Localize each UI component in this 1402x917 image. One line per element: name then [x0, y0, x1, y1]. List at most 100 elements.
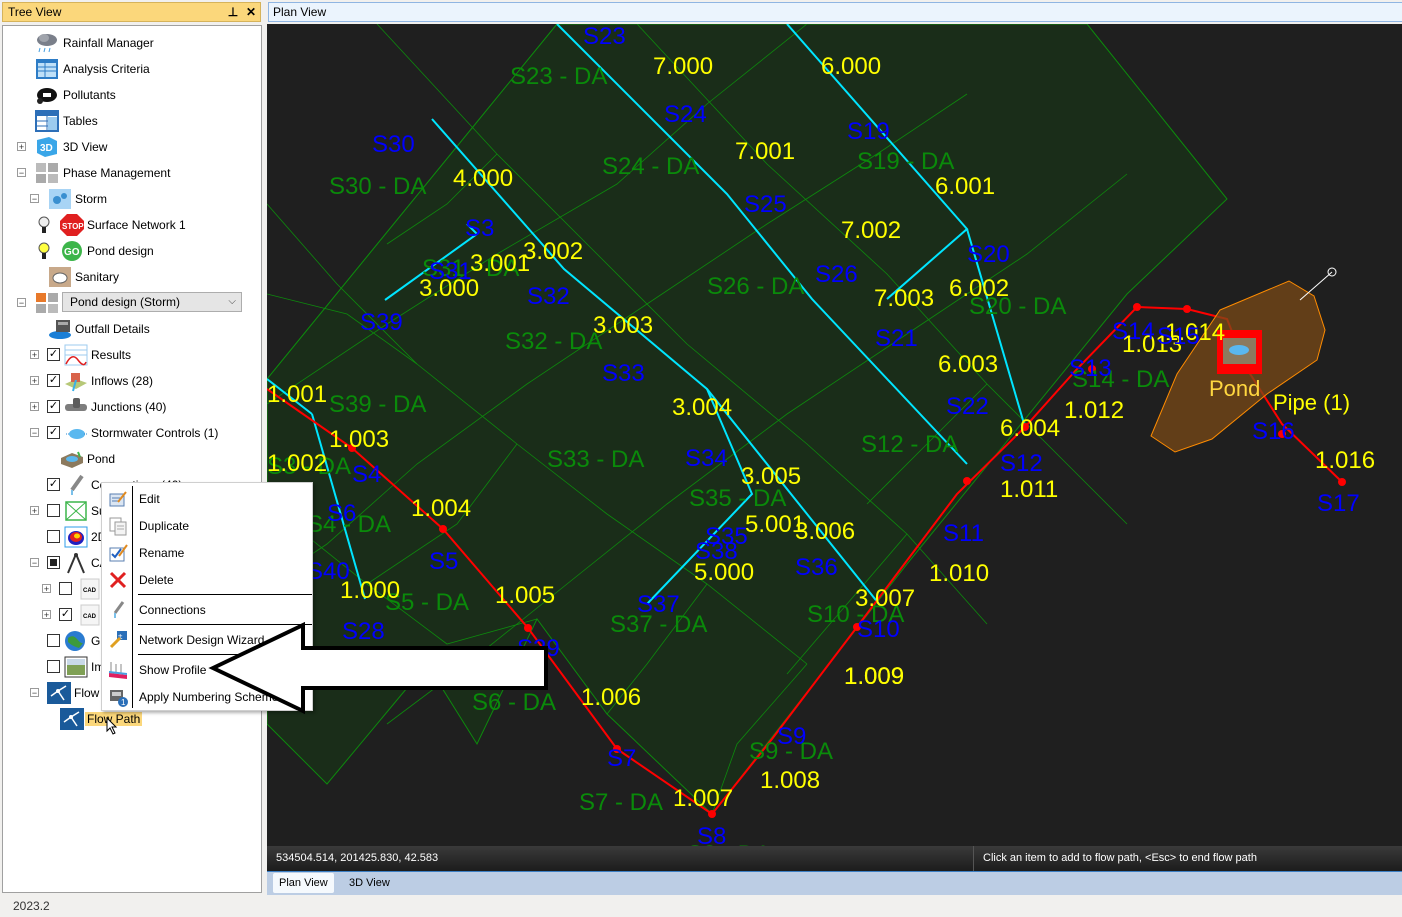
profile-icon	[108, 660, 128, 680]
tree-item-pollutants[interactable]: Pollutants	[3, 83, 258, 107]
pipe-label: 1.010	[929, 560, 989, 587]
pipe-label: 1.007	[673, 785, 733, 812]
node-label: S36	[795, 554, 838, 581]
node-label: S11	[943, 520, 984, 547]
expand-button[interactable]: +	[30, 350, 39, 360]
tree-item-results[interactable]: + ✓ Results	[3, 343, 258, 367]
2d-checkbox[interactable]	[47, 530, 60, 543]
subcatchments-icon	[64, 500, 88, 522]
tree-view-panel: Tree View ⊥ ✕ Rainfall Manager Analysis …	[0, 0, 264, 895]
tree-item-tables[interactable]: Tables	[3, 109, 258, 133]
junctions-checkbox[interactable]: ✓	[47, 400, 60, 413]
area-label: S19 - DA	[857, 148, 954, 175]
collapse-button[interactable]: −	[17, 298, 26, 308]
pin-icon[interactable]: ⊥	[224, 5, 242, 19]
edit-icon	[108, 489, 128, 509]
expand-button[interactable]: +	[42, 610, 51, 620]
phase-dropdown-value: Pond design (Storm)	[70, 295, 181, 309]
pipe-label: 6.000	[821, 53, 881, 80]
outlet-label: Pipe (1)	[1273, 390, 1350, 415]
gis-checkbox[interactable]	[47, 634, 60, 647]
collapse-button[interactable]: −	[30, 428, 39, 438]
rainfall-icon	[35, 32, 59, 54]
menu-separator	[138, 594, 312, 595]
area-label: S12 - DA	[861, 431, 958, 458]
menu-item-edit[interactable]: Edit	[102, 487, 312, 511]
tree-item-outfall-details[interactable]: Outfall Details	[3, 317, 258, 341]
node-label: S10	[857, 616, 900, 643]
node-label: S7	[607, 745, 636, 772]
tree-item-analysis-criteria[interactable]: Analysis Criteria	[3, 57, 258, 81]
tree-item-junctions[interactable]: + ✓ Junctions (40)	[3, 395, 258, 419]
cad-file-icon: CAD	[78, 604, 102, 626]
node-label: S17	[1317, 490, 1360, 517]
expand-button[interactable]: +	[17, 142, 26, 152]
storm-icon	[48, 188, 72, 210]
flow-path-icon	[47, 682, 71, 704]
expand-button[interactable]: +	[30, 402, 39, 412]
cad-file-checkbox[interactable]	[59, 582, 72, 595]
tree-item-3d-view[interactable]: + 3D 3D View	[3, 135, 258, 159]
tree-item-label: Junctions (40)	[91, 400, 167, 414]
collapse-button[interactable]: −	[30, 558, 39, 568]
phase-dropdown[interactable]: Pond design (Storm) ⌵	[62, 292, 242, 312]
menu-item-rename[interactable]: Rename	[102, 541, 312, 565]
tree-item-inflows[interactable]: + ✓ Inflows (28)	[3, 369, 258, 393]
bulb-on-icon[interactable]	[37, 240, 51, 262]
svg-text:3D: 3D	[40, 143, 53, 154]
tree-item-label: Analysis Criteria	[63, 62, 150, 76]
tab-3d-view[interactable]: 3D View	[343, 873, 396, 893]
menu-item-delete[interactable]: Delete	[102, 568, 312, 592]
tree-item-label: Pond design	[87, 244, 154, 258]
menu-item-label: Connections	[139, 603, 206, 617]
tree-item-label: Phase Management	[63, 166, 171, 180]
results-checkbox[interactable]: ✓	[47, 348, 60, 361]
pipe-label: 1.005	[495, 582, 555, 609]
tab-plan-view[interactable]: Plan View	[273, 873, 334, 893]
network-plan-svg[interactable]: S23 - DAS24 - DA S19 - DAS30 - DAS31 - DA…	[267, 24, 1402, 847]
node-label: S4	[352, 461, 381, 488]
connections-icon	[64, 474, 88, 496]
pipe-label: 3.004	[672, 394, 732, 421]
connections-checkbox[interactable]: ✓	[47, 478, 60, 491]
node-label: S24	[664, 101, 707, 128]
plan-view-canvas[interactable]: S23 - DA S24 - DA S19 - DA S30 - DA S31 - DA…	[267, 24, 1402, 847]
menu-item-label: Show Profile	[139, 663, 207, 677]
pond-handle[interactable]	[1299, 271, 1333, 301]
pipe-label: 6.002	[949, 275, 1009, 302]
node-label: S37	[637, 591, 680, 618]
tree-item-rainfall-manager[interactable]: Rainfall Manager	[3, 31, 258, 55]
tree-item-pond[interactable]: Pond	[3, 447, 258, 471]
tree-item-surface-network-1[interactable]: STOP Surface Network 1	[3, 213, 258, 237]
tree-item-storm[interactable]: − Storm	[3, 187, 258, 211]
node-label: S25	[744, 191, 787, 218]
tree-item-phase-management[interactable]: − Phase Management	[3, 161, 258, 185]
status-divider	[973, 846, 974, 871]
cad-checkbox[interactable]	[47, 556, 60, 569]
tree-item-pond-design[interactable]: GO Pond design	[3, 239, 258, 263]
close-icon[interactable]: ✕	[242, 5, 260, 19]
inflows-checkbox[interactable]: ✓	[47, 374, 60, 387]
expand-button[interactable]: +	[30, 506, 39, 516]
expand-button[interactable]: +	[42, 584, 51, 594]
pipe-label: 1.003	[329, 426, 389, 453]
stormwater-controls-checkbox[interactable]: ✓	[47, 426, 60, 439]
subcatchments-checkbox[interactable]	[47, 504, 60, 517]
expand-button[interactable]: +	[30, 376, 39, 386]
tree-item-label: Sanitary	[75, 270, 120, 284]
collapse-button[interactable]: −	[17, 168, 26, 178]
collapse-button[interactable]: −	[30, 194, 39, 204]
images-checkbox[interactable]	[47, 660, 60, 673]
pipe-label: 3.001	[470, 250, 530, 277]
bulb-off-icon[interactable]	[37, 214, 51, 236]
collapse-button[interactable]: −	[30, 688, 39, 698]
tree-view-body: Rainfall Manager Analysis Criteria Pollu…	[2, 25, 262, 893]
cad-file-checkbox[interactable]: ✓	[59, 608, 72, 621]
tree-item-stormwater-controls[interactable]: − ✓ Stormwater Controls (1)	[3, 421, 258, 445]
tree-item-sanitary[interactable]: Sanitary	[3, 265, 258, 289]
node-label: S8	[697, 823, 726, 847]
pond-icon	[60, 448, 84, 470]
pipe-label: 3.006	[795, 518, 855, 545]
menu-item-duplicate[interactable]: Duplicate	[102, 514, 312, 538]
node-label: S3	[465, 215, 494, 242]
